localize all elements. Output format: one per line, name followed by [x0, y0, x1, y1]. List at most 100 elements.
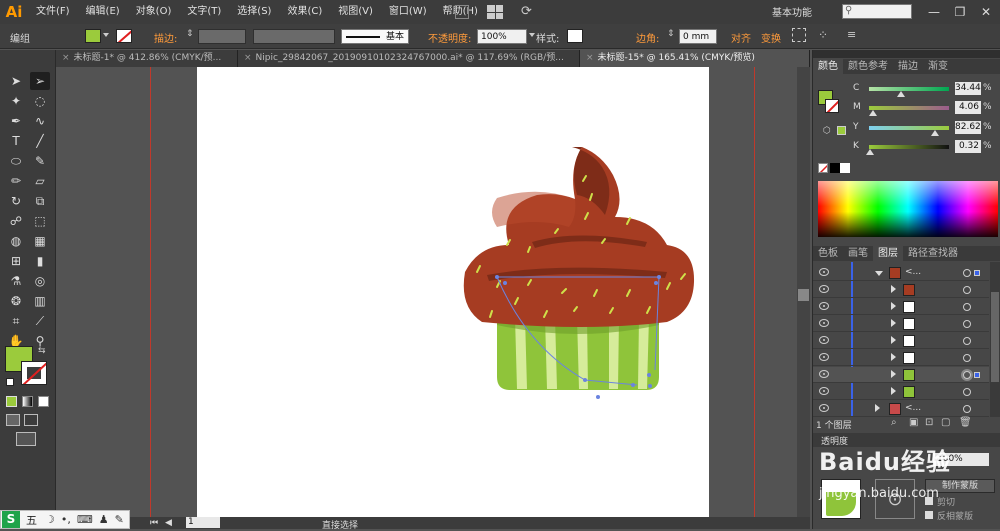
opacity-dropdown-icon[interactable]	[529, 33, 535, 37]
tab-gradient[interactable]: 渐变	[923, 59, 953, 74]
none-mode-icon[interactable]	[38, 396, 49, 407]
target-icon[interactable]	[963, 303, 971, 311]
arrange-documents-icon[interactable]	[487, 5, 503, 19]
visibility-eye-icon[interactable]	[819, 319, 829, 327]
layer-row-selected[interactable]	[813, 367, 989, 383]
corner-label[interactable]: 边角:	[636, 30, 659, 45]
tab-color[interactable]: 颜色	[813, 59, 843, 74]
out-of-gamut-icon[interactable]: ⬡	[823, 126, 831, 136]
cupcake-wrapper[interactable]	[497, 317, 659, 390]
menu-type[interactable]: 文字(T)	[179, 0, 229, 24]
invert-mask-checkbox[interactable]	[925, 511, 933, 519]
layer-row[interactable]	[813, 282, 989, 298]
target-icon[interactable]	[963, 388, 971, 396]
default-colors-icon[interactable]	[6, 378, 14, 386]
menu-object[interactable]: 对象(O)	[128, 0, 180, 24]
draw-behind-icon[interactable]	[24, 414, 38, 426]
tab-pathfinder[interactable]: 路径查找器	[903, 246, 963, 261]
channel-value[interactable]: 82.62	[955, 121, 981, 134]
target-icon[interactable]	[963, 269, 971, 277]
channel-value[interactable]: 4.06	[955, 101, 981, 114]
pen-tool-icon[interactable]: ✒	[6, 112, 26, 130]
vertical-scrollbar[interactable]	[797, 67, 810, 519]
channel-thumb[interactable]	[869, 110, 877, 116]
free-transform-icon[interactable]: ⬚	[30, 212, 50, 230]
menu-effect[interactable]: 效果(C)	[279, 0, 330, 24]
isolate-group-icon[interactable]	[792, 28, 806, 42]
variable-width-dropdown[interactable]	[253, 29, 335, 44]
line-tool-icon[interactable]: ╱	[30, 132, 50, 150]
expand-arrow-icon[interactable]	[891, 285, 896, 293]
graphic-style-swatch[interactable]	[567, 29, 583, 43]
gradient-mode-icon[interactable]	[22, 396, 33, 407]
channel-value[interactable]: 34.44	[955, 82, 981, 95]
brush-style-dropdown[interactable]: 基本	[341, 29, 409, 44]
channel-value[interactable]: 0.32	[955, 140, 981, 153]
draw-normal-icon[interactable]	[6, 414, 20, 426]
fill-dropdown-icon[interactable]	[103, 33, 109, 37]
tab-document-1[interactable]: × 未标题-1* @ 412.86% (CMYK/预...	[56, 50, 238, 67]
tab-document-3[interactable]: × 未标题-15* @ 165.41% (CMYK/预览)	[580, 50, 810, 67]
ime-moon-icon[interactable]: ☽	[45, 513, 55, 526]
visibility-eye-icon[interactable]	[819, 302, 829, 310]
slice-tool-icon[interactable]: ⟋	[30, 312, 50, 330]
new-sublayer-icon[interactable]: ⊡	[925, 417, 933, 428]
mesh-tool-icon[interactable]: ⊞	[6, 252, 26, 270]
make-clipping-mask-icon[interactable]: ▣	[909, 417, 918, 428]
screen-mode-icon[interactable]	[16, 432, 36, 446]
page-number-input[interactable]: 1	[186, 517, 220, 528]
tab-swatches[interactable]: 色板	[813, 246, 843, 261]
column-graph-icon[interactable]: ▥	[30, 292, 50, 310]
visibility-eye-icon[interactable]	[819, 268, 829, 276]
shape-builder-icon[interactable]: ◍	[6, 232, 26, 250]
swap-fill-stroke-icon[interactable]: ⇆	[38, 346, 46, 356]
perspective-grid-icon[interactable]: ▦	[30, 232, 50, 250]
tab-close-icon[interactable]: ×	[62, 53, 70, 63]
transform-link[interactable]: 变换	[761, 30, 781, 45]
menu-file[interactable]: 文件(F)	[28, 0, 78, 24]
expand-arrow-icon[interactable]	[891, 387, 896, 395]
menu-view[interactable]: 视图(V)	[330, 0, 381, 24]
target-icon[interactable]	[963, 337, 971, 345]
gpu-preview-icon[interactable]: ⟳	[521, 4, 532, 19]
tab-brushes[interactable]: 画笔	[843, 246, 873, 261]
expand-arrow-icon[interactable]	[891, 319, 896, 327]
curvature-tool-icon[interactable]: ∿	[30, 112, 50, 130]
eyedropper-icon[interactable]: ⚗	[6, 272, 26, 290]
stroke-color-box[interactable]	[21, 361, 47, 385]
align-link[interactable]: 对齐	[731, 30, 751, 45]
bridge-icon[interactable]	[455, 5, 469, 19]
close-icon[interactable]: ✕	[974, 2, 998, 22]
target-icon[interactable]	[963, 354, 971, 362]
slider-yellow[interactable]: Y 82.62 %	[853, 121, 1000, 137]
ime-tools-icon[interactable]: ✎	[115, 513, 124, 526]
lasso-icon[interactable]: ◌	[30, 92, 50, 110]
expand-arrow-icon[interactable]	[891, 353, 896, 361]
channel-thumb[interactable]	[866, 149, 874, 155]
expand-arrow-icon[interactable]	[891, 302, 896, 310]
ime-mode-label[interactable]: 五	[26, 512, 37, 528]
target-icon[interactable]	[963, 371, 971, 379]
layer-name[interactable]: <...	[905, 267, 921, 277]
gradient-tool-icon[interactable]: ▮	[30, 252, 50, 270]
nav-prev-icon[interactable]: ◀	[165, 518, 172, 528]
stroke-label[interactable]: 描边:	[154, 30, 177, 45]
eraser-icon[interactable]: ▱	[30, 172, 50, 190]
tab-close-icon[interactable]: ×	[244, 53, 252, 63]
visibility-eye-icon[interactable]	[819, 370, 829, 378]
corner-radius-input[interactable]: 0 mm	[679, 29, 717, 44]
locate-object-icon[interactable]: ⌕	[891, 417, 897, 428]
scale-tool-icon[interactable]: ⧉	[30, 192, 50, 210]
channel-track[interactable]	[869, 145, 949, 149]
ime-logo-icon[interactable]: S	[2, 511, 20, 528]
layer-row[interactable]	[813, 316, 989, 332]
minimize-icon[interactable]: —	[922, 2, 946, 22]
selection-indicator[interactable]	[974, 372, 980, 378]
layer-row[interactable]	[813, 333, 989, 349]
tab-close-icon[interactable]: ×	[586, 53, 594, 63]
arrange-icon[interactable]: ⁘	[818, 28, 828, 42]
channel-thumb[interactable]	[931, 130, 939, 136]
expand-arrow-icon[interactable]	[891, 336, 896, 344]
selection-indicator[interactable]	[974, 270, 980, 276]
panel-menu-icon[interactable]: ≡	[847, 28, 856, 41]
